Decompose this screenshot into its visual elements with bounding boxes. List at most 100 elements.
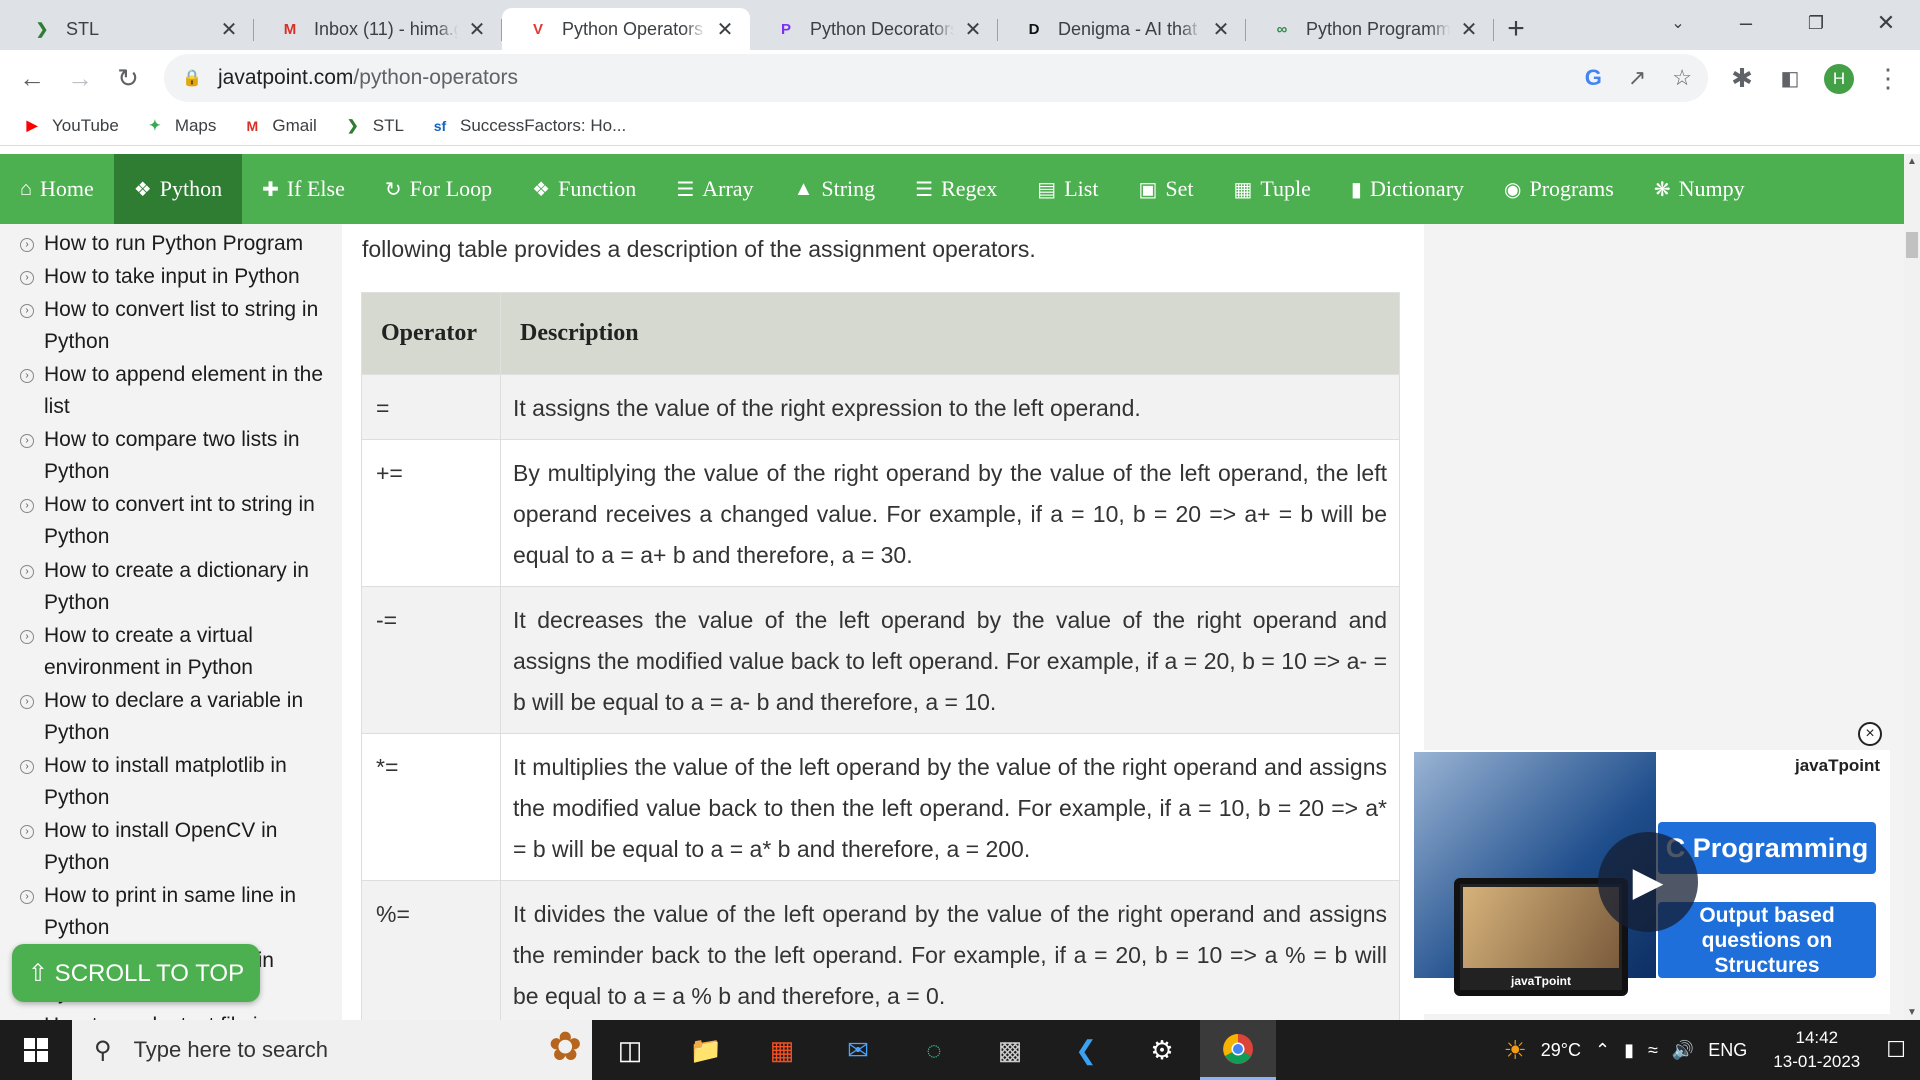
more-menu-icon[interactable]: ⋮	[1864, 54, 1912, 102]
vscode-icon[interactable]: ❮	[1048, 1020, 1124, 1080]
bookmark-0[interactable]: ▶ YouTube	[22, 116, 119, 136]
nav-item-python[interactable]: ❖ Python	[113, 154, 243, 224]
tab-5[interactable]: ∞ Python Programmin ✕	[1246, 8, 1494, 50]
settings-gear-icon[interactable]: ⚙	[1124, 1020, 1200, 1080]
nav-item-if-else[interactable]: ✚ If Else	[242, 154, 365, 224]
sidebar-link[interactable]: › How to declare a variable in Python	[0, 685, 342, 749]
nav-item-numpy[interactable]: ❋ Numpy	[1634, 154, 1765, 224]
sidebar-link[interactable]: › How to convert int to string in Python	[0, 489, 342, 553]
ad-close-icon[interactable]: ×	[1858, 722, 1882, 746]
description-cell: It decreases the value of the left opera…	[500, 586, 1400, 734]
page-scrollbar[interactable]: ▲ ▼	[1904, 154, 1920, 1020]
windows-start-icon[interactable]	[0, 1020, 72, 1080]
wifi-icon[interactable]: ≈	[1648, 1040, 1658, 1061]
nav-item-label: Regex	[941, 176, 998, 201]
address-bar[interactable]: 🔒 javatpoint.com/python-operators G ↗ ☆	[164, 54, 1708, 102]
weather-icon[interactable]: ☀	[1503, 1035, 1526, 1066]
scroll-up-arrow-icon[interactable]: ▲	[1904, 156, 1920, 167]
reload-icon[interactable]: ↻	[104, 54, 152, 102]
sidebar-link[interactable]: ›How to read a text file in Python	[0, 1010, 342, 1020]
clock-date: 13-01-2023	[1773, 1052, 1861, 1071]
tab-0[interactable]: ❯ STL ✕	[6, 8, 254, 50]
bookmark-2[interactable]: M Gmail	[242, 116, 317, 136]
nav-item-list[interactable]: ▤ List	[1017, 154, 1118, 224]
side-panel-icon[interactable]: ◧	[1766, 54, 1814, 102]
sidebar-link-label: How to declare a variable in Python	[44, 688, 304, 744]
description-cell: It assigns the value of the right expres…	[500, 374, 1400, 440]
back-arrow-icon[interactable]: ←	[8, 54, 56, 102]
sidebar-link[interactable]: › How to install OpenCV in Python	[0, 815, 342, 879]
bookmark-4[interactable]: sf SuccessFactors: Ho...	[430, 116, 627, 136]
edge-browser-icon[interactable]: ◌	[896, 1020, 972, 1080]
microsoft-store-icon[interactable]: ▦	[744, 1020, 820, 1080]
function-icon: ❖	[532, 178, 551, 201]
taskbar-search-box[interactable]: ⚲ Type here to search ✿	[72, 1020, 592, 1080]
clock[interactable]: 14:42 13-01-2023	[1773, 1026, 1860, 1074]
sidebar-link[interactable]: › How to append element in the list	[0, 359, 342, 423]
nav-item-function[interactable]: ❖ Function	[512, 154, 656, 224]
sidebar-link[interactable]: › How to install matplotlib in Python	[0, 750, 342, 814]
close-tab-icon[interactable]: ✕	[218, 17, 240, 42]
close-tab-icon[interactable]: ✕	[1210, 17, 1232, 42]
scroll-down-arrow-icon[interactable]: ▼	[1904, 1007, 1920, 1018]
sidebar-link[interactable]: › How to create a virtual environment in …	[0, 620, 342, 684]
nav-item-label: For Loop	[409, 176, 493, 201]
bookmark-star-icon[interactable]: ☆	[1672, 65, 1692, 91]
play-icon[interactable]: ▶	[1598, 832, 1698, 932]
arrow-circle-icon: ›	[20, 238, 34, 252]
terminal-icon[interactable]: ▩	[972, 1020, 1048, 1080]
sidebar-link[interactable]: › How to create a dictionary in Python	[0, 555, 342, 619]
nav-item-dictionary[interactable]: ▮ Dictionary	[1331, 154, 1484, 224]
temperature[interactable]: 29°C	[1541, 1040, 1581, 1061]
google-lens-icon[interactable]: G	[1585, 65, 1602, 91]
battery-icon[interactable]: ▮	[1624, 1040, 1634, 1061]
home-icon: ⌂	[20, 177, 33, 200]
sidebar-link[interactable]: › How to print in same line in Python	[0, 880, 342, 944]
nav-item-label: Tuple	[1260, 176, 1311, 201]
nav-item-for-loop[interactable]: ↻ For Loop	[365, 154, 512, 224]
nav-item-string[interactable]: ▲ String	[774, 154, 896, 224]
file-explorer-icon[interactable]: 📁	[668, 1020, 744, 1080]
task-view-icon[interactable]: ◫	[592, 1020, 668, 1080]
tab-1[interactable]: M Inbox (11) - hima.g ✕	[254, 8, 502, 50]
nav-item-regex[interactable]: ☰ Regex	[895, 154, 1017, 224]
close-tab-icon[interactable]: ✕	[714, 17, 736, 42]
ad-banner[interactable]: javaTpoint C Programming Output based qu…	[1414, 750, 1890, 1014]
show-hidden-icons-icon[interactable]: ⌃	[1595, 1040, 1610, 1061]
tab-search-chevron-icon[interactable]: ⌄	[1648, 0, 1708, 46]
tab-4[interactable]: D Denigma - AI that r ✕	[998, 8, 1246, 50]
close-tab-icon[interactable]: ✕	[466, 17, 488, 42]
close-tab-icon[interactable]: ✕	[1458, 17, 1480, 42]
close-tab-icon[interactable]: ✕	[962, 17, 984, 42]
sidebar-link[interactable]: › How to run Python Program	[0, 228, 342, 260]
notifications-icon[interactable]: ☐	[1886, 1037, 1906, 1063]
new-tab-button[interactable]: +	[1494, 8, 1538, 50]
profile-avatar[interactable]: H	[1824, 64, 1854, 94]
nav-item-set[interactable]: ▣ Set	[1118, 154, 1213, 224]
nav-item-programs[interactable]: ◉ Programs	[1484, 154, 1634, 224]
volume-icon[interactable]: 🔊	[1672, 1040, 1694, 1061]
forward-arrow-icon[interactable]: →	[56, 54, 104, 102]
extensions-puzzle-icon[interactable]: ✱	[1718, 54, 1766, 102]
sidebar-link[interactable]: › How to compare two lists in Python	[0, 424, 342, 488]
restore-button[interactable]: ❐	[1786, 0, 1846, 46]
share-icon[interactable]: ↗	[1628, 65, 1646, 91]
nav-item-home[interactable]: ⌂ Home	[0, 154, 114, 224]
bookmark-1[interactable]: ✦ Maps	[145, 116, 216, 136]
tab-3[interactable]: P Python Decorators ✕	[750, 8, 998, 50]
operator-cell: =	[361, 374, 501, 440]
close-window-button[interactable]: ✕	[1856, 0, 1916, 46]
bookmark-3[interactable]: ❯ STL	[343, 116, 404, 136]
lock-icon[interactable]: 🔒	[182, 68, 202, 88]
nav-item-array[interactable]: ☰ Array	[656, 154, 773, 224]
chrome-icon[interactable]	[1200, 1020, 1276, 1080]
nav-item-tuple[interactable]: ▦ Tuple	[1213, 154, 1330, 224]
tab-2[interactable]: V Python Operators - ✕	[502, 8, 750, 50]
minimize-button[interactable]: –	[1716, 0, 1776, 46]
sidebar-link[interactable]: › How to convert list to string in Python	[0, 294, 342, 358]
scroll-to-top-button[interactable]: ⇧ SCROLL TO TOP	[12, 944, 260, 1002]
sidebar-link[interactable]: › How to take input in Python	[0, 261, 342, 293]
language-indicator[interactable]: ENG	[1708, 1040, 1747, 1061]
scrollbar-thumb[interactable]	[1906, 232, 1918, 258]
mail-icon[interactable]: ✉	[820, 1020, 896, 1080]
